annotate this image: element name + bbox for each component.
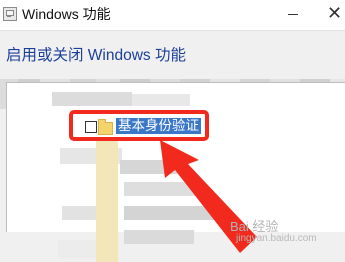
watermark-url: jingyan.baidu.com bbox=[236, 233, 317, 244]
annotation-arrow bbox=[160, 140, 257, 253]
